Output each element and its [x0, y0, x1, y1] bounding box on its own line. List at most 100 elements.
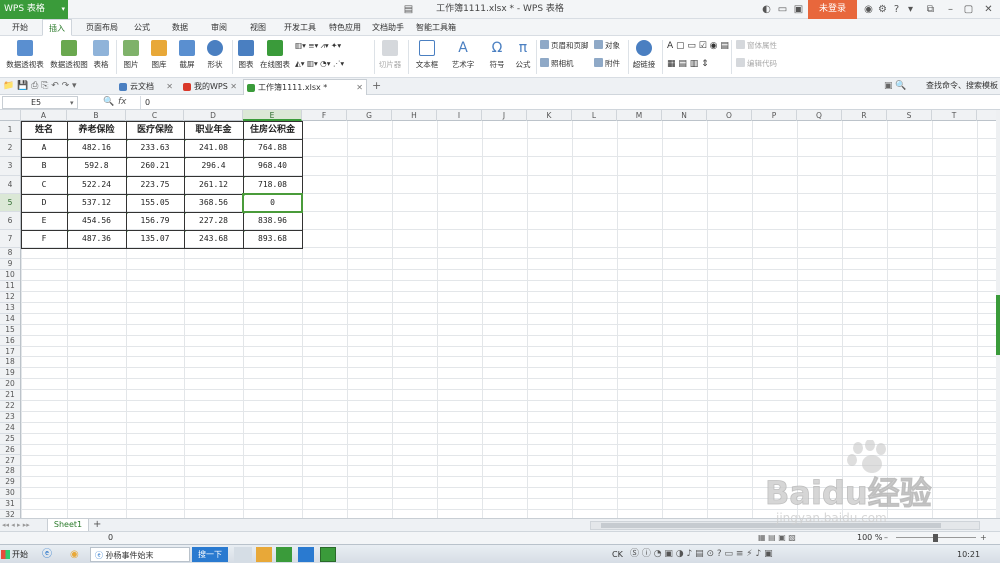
column-header-p[interactable]: P: [752, 110, 797, 121]
cell-area[interactable]: 姓名 养老保险 医疗保险 职业年金 住房公积金 A 482.16 233.63 241.08 76…: [21, 121, 996, 518]
picture-button[interactable]: 图片: [118, 36, 144, 78]
table-cell[interactable]: 260.21: [126, 157, 184, 175]
column-header-g[interactable]: G: [347, 110, 392, 121]
zoom-in-button[interactable]: +: [980, 532, 987, 544]
minimize-ribbon-icon[interactable]: ▭: [776, 3, 789, 16]
view-mode-icons[interactable]: ▦ ▤ ▣ ▧: [758, 532, 796, 544]
tab-home[interactable]: 开始: [6, 19, 34, 36]
row-header[interactable]: 18: [0, 357, 20, 369]
maximize-icon[interactable]: ▢: [962, 3, 975, 16]
row-header[interactable]: 15: [0, 325, 20, 336]
close-icon[interactable]: ✕: [982, 3, 995, 16]
table-cell[interactable]: 233.63: [126, 139, 184, 157]
slicer-button[interactable]: 切片器: [376, 36, 404, 78]
column-header-m[interactable]: M: [617, 110, 662, 121]
table-cell[interactable]: 241.08: [184, 139, 243, 157]
tab-smart-toolbox[interactable]: 智能工具箱: [410, 19, 462, 36]
tab-formulas[interactable]: 公式: [128, 19, 156, 36]
column-header-q[interactable]: Q: [797, 110, 842, 121]
column-header-j[interactable]: J: [482, 110, 527, 121]
row-header[interactable]: 10: [0, 270, 20, 282]
table-cell[interactable]: 522.24: [67, 176, 126, 194]
column-header-i[interactable]: I: [437, 110, 482, 121]
table-cell[interactable]: 0: [243, 194, 302, 212]
object-button[interactable]: 对象: [594, 40, 620, 52]
column-header-k[interactable]: K: [527, 110, 572, 121]
zoom-search-icon[interactable]: 🔍: [103, 96, 114, 108]
search-button[interactable]: 搜一下: [192, 547, 228, 562]
tab-special-apps[interactable]: 特色应用: [323, 19, 367, 36]
scroll-thumb[interactable]: [996, 295, 1000, 355]
table-cell[interactable]: 243.68: [184, 230, 243, 248]
table-cell[interactable]: F: [21, 230, 67, 248]
vertical-scrollbar[interactable]: [996, 110, 1000, 518]
form-controls-row1[interactable]: A ▢ ▭ ☑ ◉ ▤: [667, 40, 729, 52]
gear-icon[interactable]: ⚙: [876, 3, 889, 16]
row-header[interactable]: 28: [0, 466, 20, 478]
table-cell[interactable]: 135.07: [126, 230, 184, 248]
gallery-button[interactable]: 图库: [146, 36, 172, 78]
tab-view[interactable]: 视图: [244, 19, 272, 36]
row-header[interactable]: 14: [0, 314, 20, 325]
table-cell[interactable]: 223.75: [126, 176, 184, 194]
fullscreen-icon[interactable]: ⧉: [924, 3, 937, 16]
row-header[interactable]: 16: [0, 336, 20, 347]
dropdown-icon[interactable]: ▾: [904, 3, 917, 16]
formula-input[interactable]: 0: [140, 96, 996, 109]
sheet-nav-arrows[interactable]: ◂◂ ◂ ▸ ▸▸: [2, 519, 30, 531]
shapes-button[interactable]: 形状: [202, 36, 228, 78]
row-header[interactable]: 8: [0, 248, 20, 260]
zoom-level[interactable]: 100 %: [857, 532, 882, 544]
skin-icon[interactable]: ◐: [760, 3, 773, 16]
restore-ribbon-icon[interactable]: ▣: [792, 3, 805, 16]
taskbar-app-icon[interactable]: [256, 547, 272, 562]
symbol-button[interactable]: Ω 符号: [482, 36, 512, 78]
tray-icons[interactable]: Ⓢ ⓘ ◔ ▣ ◑ ♪ ▤ ⊙ ? ▭ ≡ ⚡ ♪ ▣: [630, 547, 773, 562]
row-header[interactable]: 3: [0, 157, 20, 176]
row-header[interactable]: 2: [0, 139, 20, 158]
search-commands-link[interactable]: 查找命令、搜索模板: [926, 80, 998, 92]
form-controls-row2[interactable]: ▦ ▤ ▥ ⇕: [667, 58, 709, 70]
table-cell[interactable]: 968.40: [243, 157, 302, 175]
row-header[interactable]: 30: [0, 488, 20, 500]
table-header-cell[interactable]: 住房公积金: [243, 121, 302, 139]
table-cell[interactable]: 487.36: [67, 230, 126, 248]
browser-icon[interactable]: ◉: [70, 547, 79, 562]
screenshot-button[interactable]: 截屏: [174, 36, 200, 78]
row-header[interactable]: 7: [0, 230, 20, 249]
table-cell[interactable]: 454.56: [67, 212, 126, 230]
form-properties-button[interactable]: 窗体属性: [736, 40, 777, 52]
column-header-t[interactable]: T: [932, 110, 977, 121]
column-header-l[interactable]: L: [572, 110, 617, 121]
horizontal-scrollbar[interactable]: [590, 521, 980, 530]
select-all-corner[interactable]: [0, 110, 21, 121]
pivot-table-button[interactable]: 数据透视表: [4, 36, 46, 78]
table-header-cell[interactable]: 职业年金: [184, 121, 243, 139]
table-cell[interactable]: 155.05: [126, 194, 184, 212]
zoom-slider-handle[interactable]: [933, 534, 938, 542]
column-header-f[interactable]: F: [302, 110, 347, 121]
column-header-d[interactable]: D: [184, 110, 243, 121]
table-cell[interactable]: 838.96: [243, 212, 302, 230]
taskbar-app-icon[interactable]: [234, 547, 252, 562]
row-header[interactable]: 4: [0, 176, 20, 194]
tab-developer[interactable]: 开发工具: [278, 19, 322, 36]
column-header-r[interactable]: R: [842, 110, 887, 121]
row-header[interactable]: 6: [0, 212, 20, 231]
pivot-chart-button[interactable]: 数据透视图: [48, 36, 90, 78]
tab-page-layout[interactable]: 页面布局: [80, 19, 124, 36]
chart-type-buttons-row1[interactable]: ▥▾ ≡▾ ⩘▾ ✦▾: [295, 40, 341, 52]
row-header[interactable]: 27: [0, 456, 20, 467]
column-header-s[interactable]: S: [887, 110, 932, 121]
skin-settings-icon[interactable]: ◉: [862, 3, 875, 16]
row-header[interactable]: 31: [0, 499, 20, 510]
table-header-cell[interactable]: 医疗保险: [126, 121, 184, 139]
column-header-a[interactable]: A: [21, 110, 67, 121]
add-sheet-button[interactable]: +: [93, 519, 101, 531]
table-header-cell[interactable]: 姓名: [21, 121, 67, 139]
attachment-button[interactable]: 附件: [594, 58, 620, 70]
column-header-o[interactable]: O: [707, 110, 752, 121]
quick-access-toolbar[interactable]: 📁 💾 ⎙ ⎘ ↶ ↷ ▾: [3, 80, 77, 92]
table-cell[interactable]: 592.8: [67, 157, 126, 175]
fx-button[interactable]: fx: [118, 96, 127, 108]
